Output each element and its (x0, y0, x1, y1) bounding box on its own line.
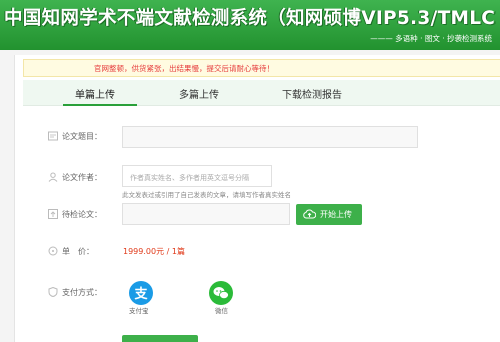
alipay-icon: 支 (133, 286, 148, 302)
user-icon (48, 172, 58, 182)
title-input[interactable] (122, 126, 418, 148)
shield-icon (48, 287, 58, 297)
alipay-label: 支付宝 (129, 307, 149, 315)
start-upload-button[interactable]: 开始上传 (296, 204, 362, 225)
wechat-option[interactable] (209, 281, 233, 305)
file-input[interactable] (122, 203, 290, 225)
upload-file-icon (48, 209, 58, 219)
wechat-label: 微信 (215, 307, 228, 315)
tab-single-upload[interactable]: 单篇上传 (75, 86, 115, 101)
notice-text: 官网整顿，供货紧张，出结果慢，提交后请耐心等待！ (94, 64, 274, 73)
tab-multi-upload[interactable]: 多篇上传 (179, 86, 219, 101)
tab-download-report[interactable]: 下载检测报告 (282, 86, 342, 101)
author-placeholder: 作者真实姓名、多作者用英文逗号分隔 (130, 174, 249, 182)
site-title: 中国知网学术不端文献检测系统（知网硕博VIP5.3/TMLC2） (4, 8, 496, 29)
submit-button[interactable] (122, 335, 198, 342)
alipay-option[interactable]: 支 (129, 281, 153, 305)
author-hint: 此文发表过或引用了自己发表的文章，请填写作者真实姓名 (122, 191, 291, 199)
active-tab-indicator (63, 104, 137, 106)
wechat-icon (213, 287, 229, 300)
price-value: 1999.00元 / 1篇 (123, 247, 185, 256)
upload-tabs: 单篇上传 多篇上传 下载检测报告 (23, 80, 500, 106)
price-label: 单 价： (62, 247, 94, 256)
author-input[interactable]: 作者真实姓名、多作者用英文逗号分隔 (122, 165, 272, 187)
paper-label: 待检论文： (62, 210, 102, 219)
site-header: 中国知网学术不端文献检测系统（知网硕博VIP5.3/TMLC2） ——— 多语种… (0, 0, 500, 50)
notice-banner: 官网整顿，供货紧张，出结果慢，提交后请耐心等待！ (23, 59, 500, 77)
document-icon (48, 131, 58, 141)
price-tag-icon (48, 246, 58, 256)
start-upload-label: 开始上传 (320, 210, 352, 219)
title-label: 论文题目： (62, 132, 102, 141)
svg-text:支: 支 (133, 286, 148, 302)
cloud-upload-icon (303, 209, 316, 219)
payment-label: 支付方式： (62, 288, 102, 297)
site-subtitle: ——— 多语种 · 图文 · 抄袭检测系统 (370, 34, 492, 43)
author-label: 论文作者： (62, 173, 102, 182)
